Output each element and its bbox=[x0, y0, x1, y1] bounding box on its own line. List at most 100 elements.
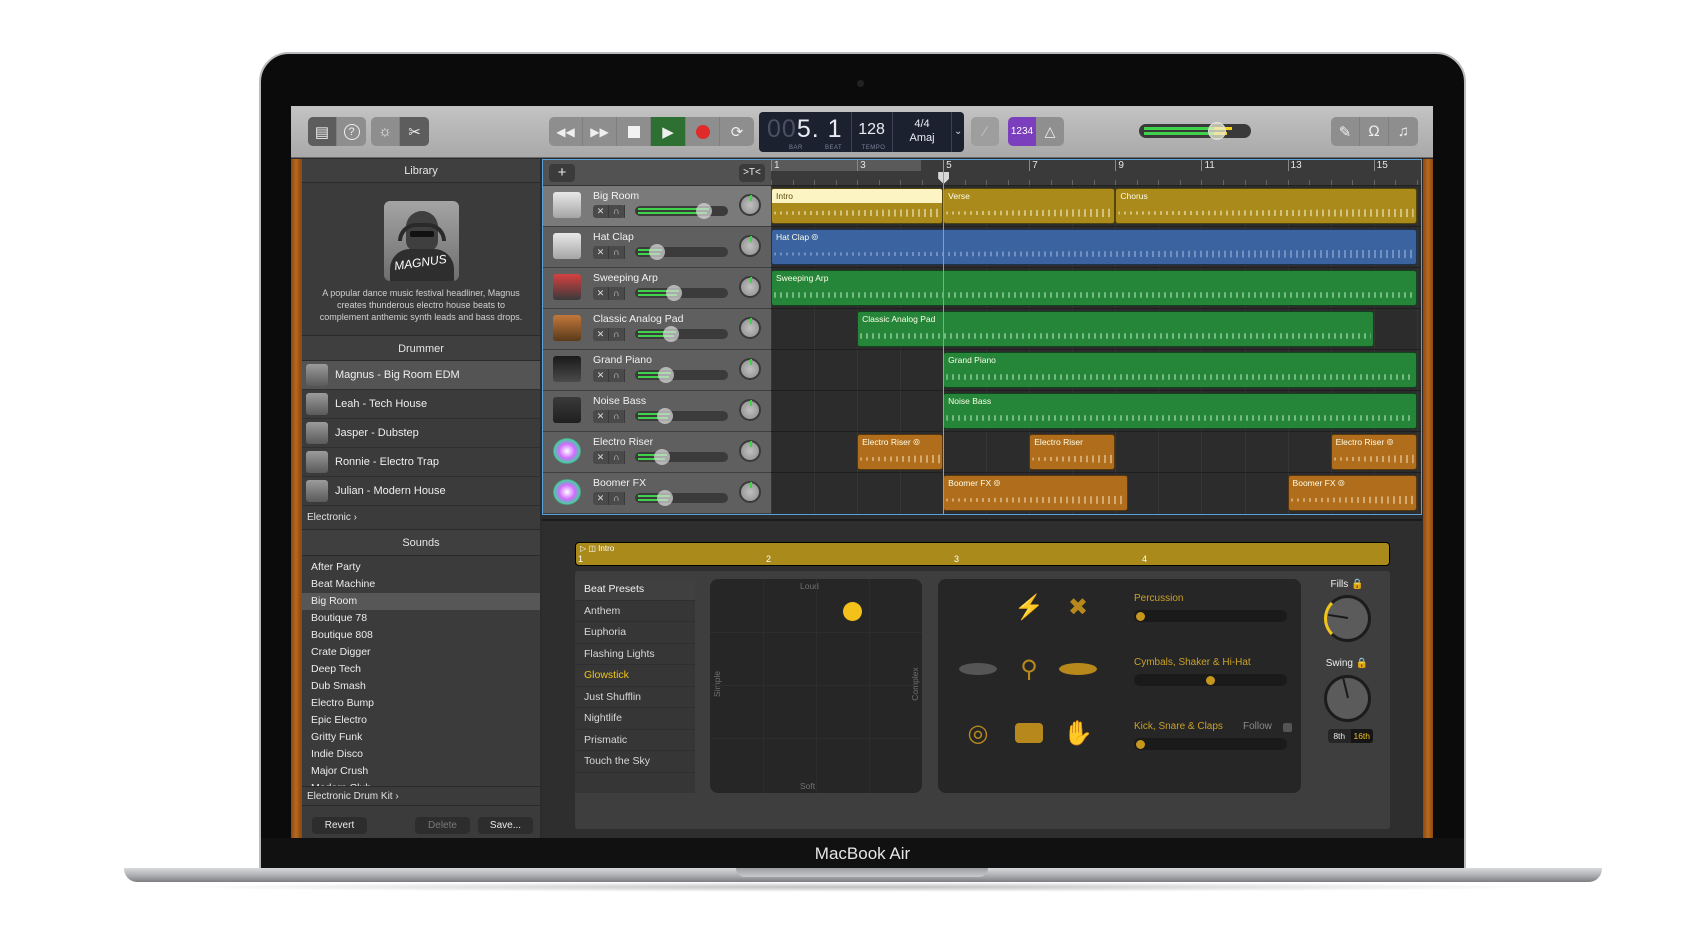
editors-button[interactable]: ✂ bbox=[400, 117, 429, 146]
editor-ruler[interactable]: ▷ ◫ Intro 1 2 3 4 bbox=[575, 542, 1390, 566]
kick-drum-icon[interactable]: ◎ bbox=[958, 719, 998, 748]
beat-preset-item[interactable]: Flashing Lights bbox=[575, 644, 695, 665]
region[interactable]: Electro Riser ⦾ bbox=[857, 434, 944, 470]
pan-knob[interactable] bbox=[739, 399, 761, 421]
mute-button[interactable]: ✕ bbox=[593, 369, 609, 382]
sound-item[interactable]: Boutique 808 bbox=[302, 627, 540, 644]
metronome-button[interactable]: △ bbox=[1036, 117, 1064, 146]
volume-knob[interactable] bbox=[657, 367, 674, 383]
pan-knob[interactable] bbox=[739, 194, 761, 216]
play-button[interactable]: ▶ bbox=[651, 117, 686, 146]
kit-breadcrumb[interactable]: Electronic Drum Kit › bbox=[302, 786, 541, 806]
track-volume-slider[interactable] bbox=[635, 367, 728, 383]
cycle-region[interactable] bbox=[771, 160, 921, 171]
library-button[interactable]: ▤ bbox=[308, 117, 337, 146]
maraca-icon[interactable]: ⚲ bbox=[1009, 655, 1049, 684]
track-lanes[interactable]: Intro Verse Chorus Hat Clap ⦾ Sweeping Arp Cl… bbox=[771, 186, 1421, 514]
rewind-button[interactable]: ◀◀ bbox=[549, 117, 583, 146]
volume-knob[interactable] bbox=[696, 203, 713, 219]
mute-button[interactable]: ✕ bbox=[593, 451, 609, 464]
sound-item[interactable]: Beat Machine bbox=[302, 576, 540, 593]
media-browser-button[interactable]: ♫ bbox=[1389, 117, 1418, 146]
sounds-list[interactable]: After Party Beat Machine Big Room Boutique … bbox=[302, 556, 540, 786]
region[interactable]: Sweeping Arp bbox=[771, 270, 1417, 306]
pan-knob[interactable] bbox=[739, 317, 761, 339]
xy-pad[interactable]: Loud Soft Simple Complex bbox=[710, 579, 922, 793]
follow-checkbox[interactable] bbox=[1283, 723, 1292, 732]
add-track-button[interactable]: + bbox=[549, 164, 575, 182]
track-header[interactable]: Big Room ✕ ∩ bbox=[543, 186, 771, 227]
save-button[interactable]: Save... bbox=[478, 817, 533, 834]
sound-item[interactable]: Crate Digger bbox=[302, 644, 540, 661]
region[interactable]: Boomer FX ⦾ bbox=[1287, 475, 1417, 511]
solo-headphones-button[interactable]: ∩ bbox=[609, 410, 625, 423]
stop-button[interactable] bbox=[617, 117, 651, 146]
beat-preset-item[interactable]: Touch the Sky bbox=[575, 751, 695, 773]
track-volume-slider[interactable] bbox=[635, 408, 728, 424]
solo-headphones-button[interactable]: ∩ bbox=[609, 246, 625, 259]
sticks-icon[interactable]: ✖ bbox=[1058, 593, 1098, 622]
crash-cymbal-icon[interactable] bbox=[958, 657, 998, 681]
track-header[interactable]: Sweeping Arp ✕ ∩ bbox=[543, 268, 771, 309]
smart-controls-button[interactable]: ☼ bbox=[371, 117, 400, 146]
region[interactable]: Boomer FX ⦾ bbox=[943, 475, 1129, 511]
sound-item[interactable]: Gritty Funk bbox=[302, 729, 540, 746]
track-header[interactable]: Classic Analog Pad ✕ ∩ bbox=[543, 309, 771, 350]
master-volume-slider[interactable] bbox=[1139, 122, 1251, 140]
mute-button[interactable]: ✕ bbox=[593, 287, 609, 300]
solo-headphones-button[interactable]: ∩ bbox=[609, 369, 625, 382]
genre-breadcrumb[interactable]: Electronic › bbox=[302, 506, 540, 530]
lcd-mode-dropdown[interactable]: ⌄ bbox=[952, 112, 964, 152]
slider-thumb[interactable] bbox=[1136, 612, 1145, 621]
drummer-item[interactable]: Jasper - Dubstep bbox=[302, 419, 540, 448]
sound-item[interactable]: Deep Tech bbox=[302, 661, 540, 678]
cycle-button[interactable]: ⟳ bbox=[720, 117, 754, 146]
snare-drum-icon[interactable] bbox=[1009, 719, 1049, 747]
master-volume-knob[interactable] bbox=[1208, 122, 1226, 140]
track-header[interactable]: Boomer FX ✕ ∩ bbox=[543, 473, 771, 514]
swing-knob[interactable] bbox=[1324, 675, 1371, 722]
lcd-display[interactable]: 005. 1 BAR BEAT 128 TEMPO 4/4 Amaj ⌄ bbox=[759, 112, 964, 152]
track-header[interactable]: Grand Piano ✕ ∩ bbox=[543, 350, 771, 391]
volume-knob[interactable] bbox=[663, 326, 680, 342]
xy-pad-puck[interactable] bbox=[843, 602, 863, 622]
region[interactable]: Chorus bbox=[1115, 188, 1417, 224]
delete-button[interactable]: Delete bbox=[415, 817, 470, 834]
slider-thumb[interactable] bbox=[1206, 676, 1215, 685]
drummer-item[interactable]: Ronnie - Electro Trap bbox=[302, 448, 540, 477]
mute-button[interactable]: ✕ bbox=[593, 205, 609, 218]
drummer-item[interactable]: Leah - Tech House bbox=[302, 390, 540, 419]
pan-knob[interactable] bbox=[739, 276, 761, 298]
sound-item[interactable]: Electro Bump bbox=[302, 695, 540, 712]
volume-knob[interactable] bbox=[649, 244, 666, 260]
solo-headphones-button[interactable]: ∩ bbox=[609, 451, 625, 464]
solo-headphones-button[interactable]: ∩ bbox=[609, 287, 625, 300]
mute-button[interactable]: ✕ bbox=[593, 246, 609, 259]
swing-8th-button[interactable]: 8th bbox=[1328, 729, 1351, 743]
record-button[interactable] bbox=[686, 117, 720, 146]
sound-item[interactable]: After Party bbox=[302, 559, 540, 576]
fast-forward-button[interactable]: ▶▶ bbox=[583, 117, 617, 146]
volume-knob[interactable] bbox=[653, 449, 670, 465]
fills-knob[interactable] bbox=[1324, 595, 1371, 642]
instrument-group-slider[interactable] bbox=[1134, 610, 1287, 622]
beat-preset-item[interactable]: Nightlife bbox=[575, 708, 695, 730]
region[interactable]: Hat Clap ⦾ bbox=[771, 229, 1417, 265]
quick-help-button[interactable]: ? bbox=[337, 117, 366, 146]
sound-item[interactable]: Indie Disco bbox=[302, 746, 540, 763]
sound-item[interactable]: Epic Electro bbox=[302, 712, 540, 729]
sound-item[interactable]: Dub Smash bbox=[302, 678, 540, 695]
region[interactable]: Intro bbox=[771, 188, 944, 224]
solo-headphones-button[interactable]: ∩ bbox=[609, 492, 625, 505]
track-volume-slider[interactable] bbox=[635, 449, 728, 465]
drummer-item[interactable]: Magnus - Big Room EDM bbox=[302, 361, 540, 390]
track-volume-slider[interactable] bbox=[635, 326, 728, 342]
track-header[interactable]: Electro Riser ✕ ∩ bbox=[543, 432, 771, 473]
pan-knob[interactable] bbox=[739, 481, 761, 503]
pan-knob[interactable] bbox=[739, 440, 761, 462]
beat-preset-item[interactable]: Prismatic bbox=[575, 730, 695, 751]
loop-browser-button[interactable]: Ω bbox=[1360, 117, 1389, 146]
volume-knob[interactable] bbox=[666, 285, 683, 301]
region[interactable]: Grand Piano bbox=[943, 352, 1417, 388]
volume-knob[interactable] bbox=[657, 490, 674, 506]
